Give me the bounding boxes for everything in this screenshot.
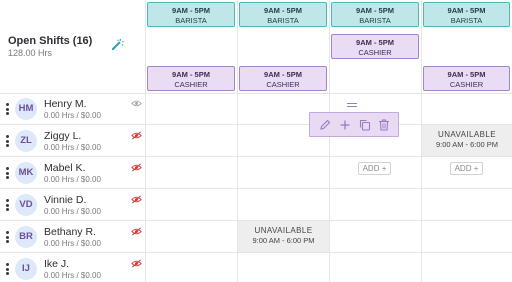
avatar: IJ — [15, 258, 37, 280]
employee-row[interactable]: ZL Ziggy L. 0.00 Hrs / $0.00 — [0, 125, 145, 156]
plus-icon[interactable] — [338, 118, 352, 132]
open-shifts-title: Open Shifts (16) — [8, 35, 93, 47]
add-shift-button[interactable]: ADD + — [450, 162, 483, 175]
eye-off-icon[interactable] — [131, 259, 142, 268]
unavailable-block: UNAVAILABLE 9:00 AM - 6:00 PM — [422, 125, 512, 156]
drag-handle-icon[interactable] — [6, 263, 9, 275]
toolbar-handle[interactable] — [347, 103, 357, 108]
shift-time: 9AM - 5PM — [264, 70, 302, 79]
eye-icon[interactable] — [131, 99, 142, 108]
avatar: MK — [15, 162, 37, 184]
pencil-icon[interactable] — [318, 118, 332, 132]
employee-hours: 0.00 Hrs / $0.00 — [44, 271, 101, 280]
employee-hours: 0.00 Hrs / $0.00 — [44, 111, 101, 120]
open-shift-cashier[interactable]: 9AM - 5PM CASHIER — [423, 66, 510, 91]
shift-time: 9AM - 5PM — [264, 6, 302, 15]
grid-line — [329, 0, 330, 282]
shift-role: CASHIER — [174, 80, 208, 89]
trash-icon[interactable] — [377, 118, 391, 132]
shift-time: 9AM - 5PM — [356, 38, 394, 47]
drag-handle-icon[interactable] — [6, 199, 9, 211]
avatar: VD — [15, 194, 37, 216]
shift-time: 9AM - 5PM — [356, 6, 394, 15]
employee-row[interactable]: MK Mabel K. 0.00 Hrs / $0.00 — [0, 157, 145, 188]
shift-role: BARISTA — [359, 16, 391, 25]
employee-row[interactable]: IJ Ike J. 0.00 Hrs / $0.00 — [0, 253, 145, 282]
shift-role: CASHIER — [358, 48, 392, 57]
employee-name: Henry M. — [44, 98, 87, 110]
employee-name: Ziggy L. — [44, 130, 82, 142]
shift-time: 9AM - 5PM — [172, 70, 210, 79]
employee-name: Bethany R. — [44, 226, 96, 238]
eye-off-icon[interactable] — [131, 131, 142, 140]
employee-hours: 0.00 Hrs / $0.00 — [44, 239, 101, 248]
avatar: ZL — [15, 130, 37, 152]
employee-hours: 0.00 Hrs / $0.00 — [44, 207, 101, 216]
shift-role: CASHIER — [449, 80, 484, 89]
drag-handle-icon[interactable] — [6, 167, 9, 179]
open-shift-barista[interactable]: 9AM - 5PM BARISTA — [423, 2, 510, 27]
copy-icon[interactable] — [358, 118, 372, 132]
shift-role: BARISTA — [175, 16, 207, 25]
employee-name: Mabel K. — [44, 162, 86, 174]
eye-off-icon[interactable] — [131, 227, 142, 236]
open-shift-barista[interactable]: 9AM - 5PM BARISTA — [147, 2, 235, 27]
employee-row[interactable]: VD Vinnie D. 0.00 Hrs / $0.00 — [0, 189, 145, 220]
unavailable-label: UNAVAILABLE — [438, 130, 496, 139]
open-shift-barista[interactable]: 9AM - 5PM BARISTA — [331, 2, 419, 27]
drag-handle-icon[interactable] — [6, 135, 9, 147]
shift-time: 9AM - 5PM — [172, 6, 210, 15]
grid-line — [145, 0, 146, 282]
open-shift-cashier[interactable]: 9AM - 5PM CASHIER — [147, 66, 235, 91]
shift-action-toolbar — [309, 112, 399, 137]
eye-off-icon[interactable] — [131, 195, 142, 204]
open-shift-cashier[interactable]: 9AM - 5PM CASHIER — [239, 66, 327, 91]
drag-handle-icon[interactable] — [6, 231, 9, 243]
shift-role: CASHIER — [266, 80, 300, 89]
eye-off-icon[interactable] — [131, 163, 142, 172]
employee-name: Vinnie D. — [44, 194, 87, 206]
add-shift-button[interactable]: ADD + — [358, 162, 391, 175]
employee-hours: 0.00 Hrs / $0.00 — [44, 175, 101, 184]
employee-name: Ike J. — [44, 258, 70, 270]
unavailable-time: 9:00 AM - 6:00 PM — [252, 236, 315, 245]
employee-row[interactable]: BR Bethany R. 0.00 Hrs / $0.00 — [0, 221, 145, 252]
employee-hours: 0.00 Hrs / $0.00 — [44, 143, 101, 152]
unavailable-label: UNAVAILABLE — [254, 226, 313, 235]
employee-row[interactable]: HM Henry M. 0.00 Hrs / $0.00 — [0, 93, 145, 124]
unavailable-time: 9:00 AM - 6:00 PM — [435, 140, 499, 149]
open-shifts-header: Open Shifts (16) 128.00 Hrs — [0, 0, 145, 93]
shift-time: 9AM - 5PM — [447, 70, 486, 79]
shift-role: BARISTA — [267, 16, 299, 25]
avatar: BR — [15, 226, 37, 248]
magic-wand-icon[interactable] — [111, 38, 124, 51]
unavailable-block: UNAVAILABLE 9:00 AM - 6:00 PM — [238, 221, 329, 252]
drag-handle-icon[interactable] — [6, 103, 9, 115]
avatar: HM — [15, 98, 37, 120]
shift-time: 9AM - 5PM — [447, 6, 486, 15]
open-shift-barista[interactable]: 9AM - 5PM BARISTA — [239, 2, 327, 27]
open-shifts-hours: 128.00 Hrs — [8, 48, 53, 58]
shift-role: BARISTA — [450, 16, 483, 25]
open-shift-cashier[interactable]: 9AM - 5PM CASHIER — [331, 34, 419, 59]
